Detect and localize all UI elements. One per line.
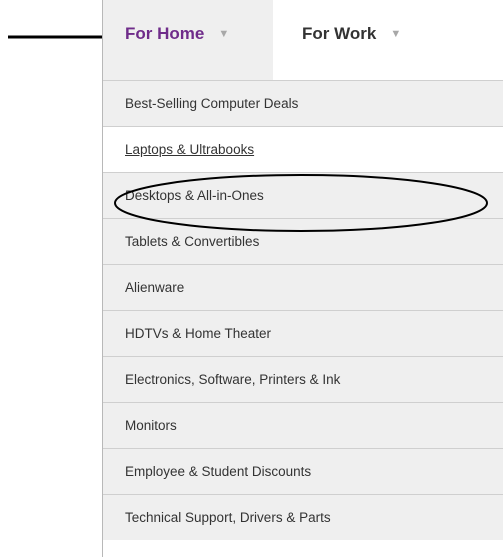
menu-item-monitors[interactable]: Monitors: [103, 402, 503, 448]
tab-for-work[interactable]: For Work ▼: [273, 0, 503, 80]
menu-list: Best-Selling Computer Deals Laptops & Ul…: [103, 80, 503, 540]
menu-item-laptops-ultrabooks[interactable]: Laptops & Ultrabooks: [103, 126, 503, 172]
tab-bar: For Home ▼ For Work ▼: [103, 0, 503, 80]
tab-for-home-label: For Home: [125, 24, 205, 43]
dropdown-menu: For Home ▼ For Work ▼ Best-Selling Compute…: [102, 0, 503, 557]
tab-for-home[interactable]: For Home ▼: [103, 0, 273, 80]
chevron-down-icon: ▼: [390, 28, 402, 40]
menu-item-hdtvs-home-theater[interactable]: HDTVs & Home Theater: [103, 310, 503, 356]
menu-item-alienware[interactable]: Alienware: [103, 264, 503, 310]
menu-item-electronics-software-printers-ink[interactable]: Electronics, Software, Printers & Ink: [103, 356, 503, 402]
menu-item-technical-support-drivers-parts[interactable]: Technical Support, Drivers & Parts: [103, 494, 503, 540]
menu-item-employee-student-discounts[interactable]: Employee & Student Discounts: [103, 448, 503, 494]
annotation-ellipse: [114, 174, 488, 232]
chevron-down-icon: ▼: [218, 28, 230, 40]
tab-for-work-label: For Work: [302, 24, 377, 43]
menu-item-best-selling-computer-deals[interactable]: Best-Selling Computer Deals: [103, 80, 503, 126]
